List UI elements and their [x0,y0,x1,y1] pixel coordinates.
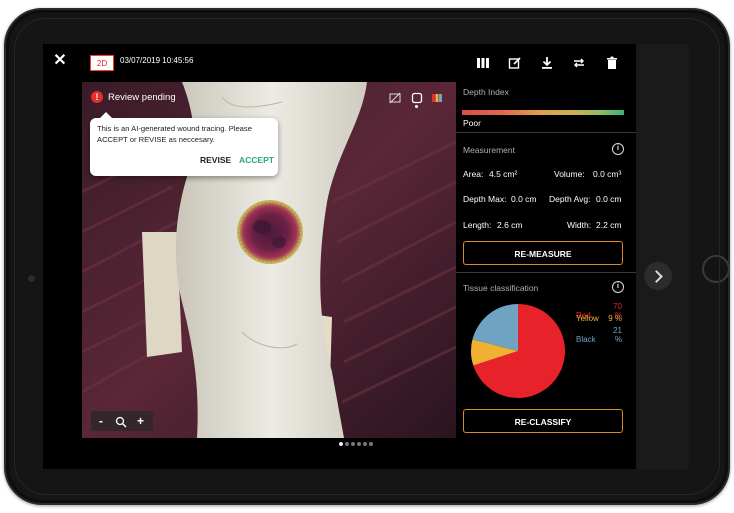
legend-value: 9 % [608,314,622,323]
page-dot[interactable] [369,442,373,446]
legend-black: Black 21 % [576,326,622,344]
width-label: Width: [567,220,592,230]
app-screen: ✕ 2D 03/07/2019 10:45:56 ! Review pendin… [43,44,636,469]
analysis-panel: Depth Index Poor Measurement i Area: 4.5… [456,82,636,438]
volume-value: 0.0 cm³ [593,169,622,179]
revise-button[interactable]: REVISE [200,155,231,165]
measurement-info-icon[interactable]: i [612,143,624,155]
mode-badge[interactable]: 2D [90,55,114,71]
outline-view-icon[interactable] [411,91,423,104]
legend-name: Black [576,335,596,344]
volume-label: Volume: [554,169,585,179]
divider [456,272,636,273]
depth-avg-value: 0.0 cm [596,194,622,204]
alert-icon: ! [91,91,103,103]
depth-max-label: Depth Max: [463,194,507,204]
review-status[interactable]: ! Review pending [91,89,176,105]
home-button[interactable] [702,255,730,283]
zoom-in-button[interactable]: + [137,414,144,428]
review-status-label: Review pending [108,91,176,103]
legend-value: 21 % [613,326,622,344]
area-value: 4.5 cm² [489,169,518,179]
download-icon[interactable] [540,56,554,70]
zoom-out-button[interactable]: - [99,414,103,428]
chevron-right-icon [650,269,663,283]
page-dot[interactable] [357,442,361,446]
active-view-indicator [415,105,418,108]
depth-max-value: 0.0 cm [511,194,537,204]
close-icon[interactable]: ✕ [53,53,67,69]
capture-datetime: 03/07/2019 10:45:56 [120,56,194,65]
tissue-classification-title: Tissue classification [463,283,539,293]
trash-icon[interactable] [605,56,619,70]
front-camera [28,275,35,282]
depth-index-scale [462,110,624,115]
tissue-pie-chart [471,304,566,398]
length-value: 2.6 cm [497,220,523,230]
measurement-title: Measurement [463,145,515,155]
legend-yellow: Yellow 9 % [576,314,622,323]
page-dot[interactable] [351,442,355,446]
length-label: Length: [463,220,492,230]
page-dot[interactable] [339,442,343,446]
popover-message: This is an AI-generated wound tracing. P… [97,124,252,144]
depth-avg-label: Depth Avg: [549,194,591,204]
top-bar: ✕ 2D 03/07/2019 10:45:56 [43,44,636,82]
re-classify-button[interactable]: RE-CLASSIFY [463,409,623,433]
magnifier-icon[interactable] [115,415,127,428]
zoom-controls: - + [91,411,153,431]
hide-tracing-icon[interactable] [389,91,401,104]
page-dot[interactable] [363,442,367,446]
swap-icon[interactable] [572,56,586,70]
tissue-overlay-icon[interactable] [431,91,443,103]
depth-index-title: Depth Index [463,87,509,97]
columns-icon[interactable] [476,56,490,70]
legend-name: Yellow [576,314,599,323]
ai-review-popover: This is an AI-generated wound tracing. P… [90,112,278,176]
divider [456,132,636,133]
area-label: Area: [463,169,484,179]
adjacent-page-preview [636,44,689,469]
tissue-info-icon[interactable]: i [612,281,624,293]
width-value: 2.2 cm [596,220,622,230]
next-page-button[interactable] [644,262,672,290]
edit-icon[interactable] [508,56,522,70]
page-dot[interactable] [345,442,349,446]
re-measure-button[interactable]: RE-MEASURE [463,241,623,265]
accept-button[interactable]: ACCEPT [239,155,274,165]
depth-index-value: Poor [463,118,481,128]
